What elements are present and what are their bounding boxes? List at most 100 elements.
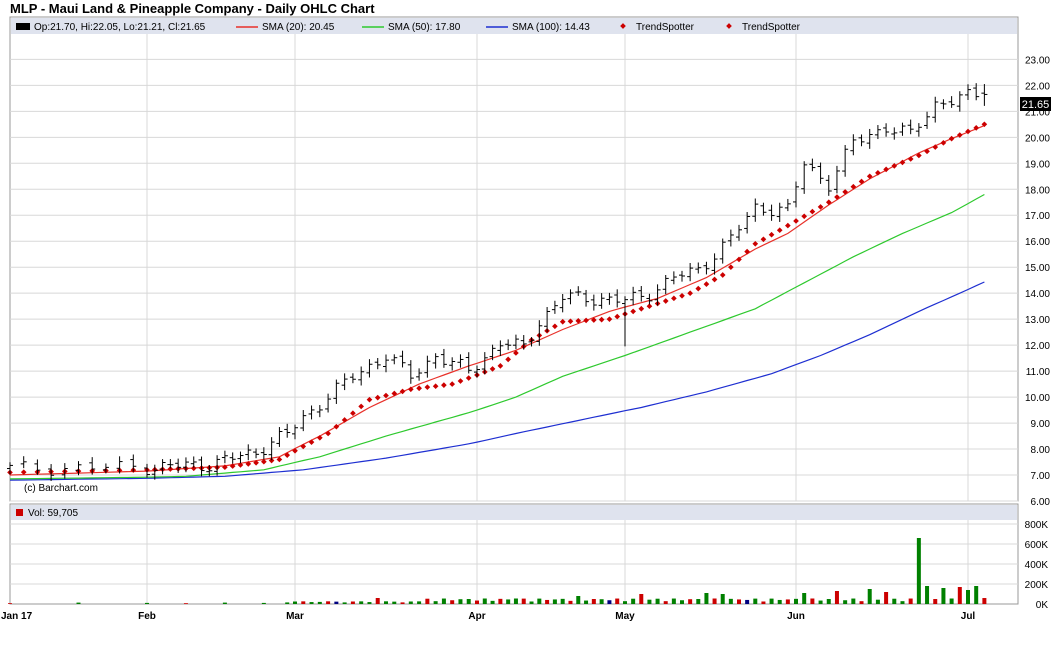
volume-bar — [802, 593, 807, 604]
trendspotter2-legend-label: TrendSpotter — [742, 22, 801, 33]
volume-bar — [482, 598, 487, 604]
volume-bar — [884, 592, 889, 604]
price-tick-label: 16.00 — [1025, 237, 1050, 248]
volume-tick-label: 600K — [1025, 540, 1049, 551]
volume-bar — [745, 599, 750, 604]
volume-bar — [843, 600, 848, 604]
volume-bar — [631, 598, 636, 604]
volume-bar — [925, 586, 930, 604]
volume-bar — [359, 601, 364, 604]
volume-bar — [794, 598, 798, 604]
price-tick-label: 9.00 — [1031, 419, 1051, 430]
volume-legend-label: Vol: 59,705 — [28, 508, 78, 519]
volume-bar — [615, 598, 620, 604]
price-tick-label: 7.00 — [1031, 471, 1051, 482]
volume-bar — [334, 601, 339, 604]
date-tick-label: Jan 17 — [1, 611, 33, 622]
volume-bar — [704, 593, 709, 604]
volume-bar — [384, 601, 388, 604]
volume-bar — [529, 601, 534, 604]
volume-bar — [466, 599, 471, 604]
volume-bar — [568, 600, 573, 604]
volume-bar — [655, 598, 660, 604]
volume-bar — [777, 599, 782, 604]
volume-bar — [875, 599, 880, 604]
volume-bar — [949, 598, 954, 604]
volume-bar — [552, 599, 557, 604]
volume-bar — [851, 598, 856, 604]
price-axis: 6.00 7.00 8.00 9.00 10.00 11.00 12.00 13.00 14.0… — [1025, 55, 1050, 508]
volume-bar — [982, 598, 987, 604]
ohlc-legend-label: Op:21.70, Hi:22.05, Lo:21.21, Cl:21.65 — [34, 22, 206, 33]
price-tick-label: 23.00 — [1025, 55, 1050, 66]
volume-bar — [342, 602, 347, 604]
volume-bar — [818, 600, 823, 604]
volume-bar — [834, 591, 839, 604]
volume-bar — [696, 599, 701, 604]
price-tick-label: 17.00 — [1025, 211, 1050, 222]
volume-bar — [392, 601, 397, 604]
volume-axis: 0K 200K 400K 600K 800K — [1025, 520, 1049, 611]
volume-bar — [591, 599, 596, 604]
volume-tick-label: 0K — [1036, 600, 1049, 611]
volume-bar — [145, 602, 149, 604]
volume-bar — [498, 598, 503, 604]
volume-bar — [417, 601, 422, 604]
volume-bar — [425, 598, 430, 604]
volume-bar — [607, 600, 612, 604]
volume-tick-label: 400K — [1025, 560, 1049, 571]
volume-bar — [506, 599, 511, 604]
volume-bar — [892, 598, 897, 604]
volume-bar — [326, 601, 331, 604]
price-tick-label: 22.00 — [1025, 81, 1050, 92]
volume-bar — [900, 601, 905, 604]
volume-bar — [490, 600, 495, 604]
volume-bar — [966, 590, 970, 604]
sma20-legend-label: SMA (20): 20.45 — [262, 22, 335, 33]
volume-bar — [810, 598, 815, 604]
volume-bar — [663, 601, 668, 604]
volume-bar — [513, 598, 518, 604]
volume-bar — [441, 598, 446, 604]
date-tick-label: Mar — [286, 611, 304, 622]
ohlc-legend-swatch — [16, 23, 30, 30]
volume-bar — [680, 600, 684, 604]
volume-tick-label: 200K — [1025, 580, 1049, 591]
volume-bar — [521, 598, 526, 604]
volume-bar — [367, 602, 372, 604]
volume-legend-swatch — [16, 509, 23, 516]
volume-bar — [647, 599, 652, 604]
date-tick-label: May — [615, 611, 635, 622]
date-tick-label: Feb — [138, 611, 156, 622]
price-panel — [9, 16, 1019, 502]
volume-bar — [916, 538, 921, 604]
price-tick-label: 6.00 — [1031, 497, 1051, 508]
volume-bar — [859, 601, 864, 604]
volume-bar — [76, 602, 81, 604]
volume-bar — [408, 601, 413, 604]
volume-bar — [974, 586, 979, 604]
volume-bar — [728, 598, 733, 604]
last-price-label: 21.65 — [1022, 99, 1050, 111]
volume-bar — [908, 598, 913, 604]
volume-bar — [450, 600, 455, 604]
volume-bar — [261, 602, 266, 604]
volume-bar — [599, 599, 604, 604]
volume-bar — [737, 599, 741, 604]
volume-bar — [826, 599, 831, 604]
price-tick-label: 10.00 — [1025, 393, 1050, 404]
volume-tick-label: 800K — [1025, 520, 1049, 531]
volume-bar — [545, 599, 550, 604]
volume-legend-bar — [11, 505, 1017, 520]
copyright-label: (c) Barchart.com — [24, 483, 98, 494]
volume-bar — [301, 601, 306, 604]
date-tick-label: Jun — [787, 611, 805, 622]
ohlc-chart: Op:21.70, Hi:22.05, Lo:21.21, Cl:21.65 S… — [1, 16, 1051, 622]
volume-bar — [537, 598, 542, 604]
volume-bar — [623, 601, 627, 604]
volume-bar — [350, 601, 355, 604]
volume-bar — [309, 602, 314, 604]
volume-bar — [753, 598, 758, 604]
volume-bar — [957, 587, 962, 604]
volume-bar — [584, 600, 589, 604]
